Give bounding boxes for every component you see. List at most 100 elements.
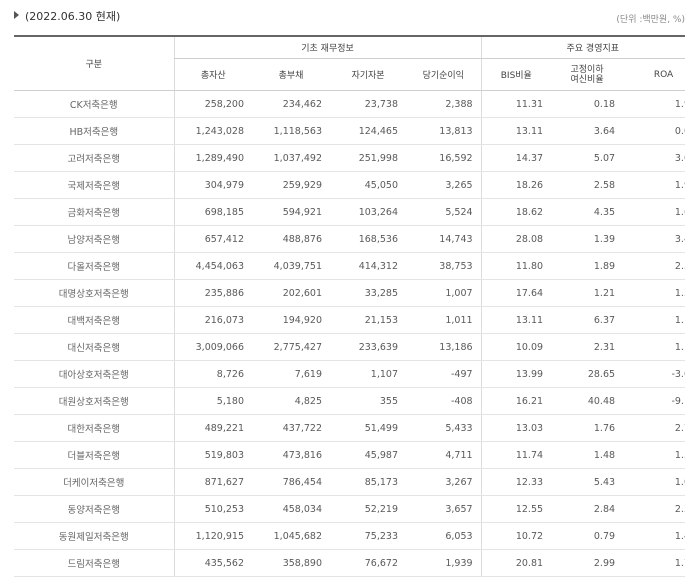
value-cell: 216,073 bbox=[173, 306, 252, 334]
value-cell: 3,009,066 bbox=[173, 333, 252, 361]
value-cell: 1,289,490 bbox=[173, 144, 252, 172]
value-cell: 4,454,063 bbox=[173, 252, 252, 280]
value-cell: 1.64 bbox=[623, 198, 685, 226]
column-header: ROA bbox=[623, 58, 685, 91]
value-cell: 1.75 bbox=[623, 549, 685, 577]
value-cell: 75,233 bbox=[330, 522, 406, 550]
table-row: 더케이저축은행 871,627 786,454 85,173 3,267 12.33 5.4… bbox=[14, 468, 685, 496]
value-cell: 786,454 bbox=[252, 468, 330, 496]
value-cell: 259,929 bbox=[252, 171, 330, 199]
table-row: 대신저축은행 3,009,066 2,775,427 233,639 13,186 10.… bbox=[14, 333, 685, 361]
value-cell: -408 bbox=[406, 387, 482, 415]
value-cell: 194,920 bbox=[252, 306, 330, 334]
value-cell: 510,253 bbox=[173, 495, 252, 523]
value-cell: 657,412 bbox=[173, 225, 252, 253]
value-cell: 698,185 bbox=[173, 198, 252, 226]
table-caption-bar: (2022.06.30 현재) (단위 :백만원, %) bbox=[0, 0, 685, 32]
value-cell: 1,037,492 bbox=[252, 144, 330, 172]
value-cell: 51,499 bbox=[330, 414, 406, 442]
value-cell: 4,711 bbox=[406, 441, 482, 469]
value-cell: -9.18 bbox=[623, 387, 685, 415]
value-cell: 2.36 bbox=[623, 495, 685, 523]
value-cell: 40.48 bbox=[551, 387, 624, 415]
value-cell: 304,979 bbox=[173, 171, 252, 199]
value-cell: 13,813 bbox=[406, 117, 482, 145]
value-cell: -497 bbox=[406, 360, 482, 388]
value-cell: 10.09 bbox=[480, 333, 552, 361]
value-cell: 233,639 bbox=[330, 333, 406, 361]
value-cell: 2.58 bbox=[551, 171, 624, 199]
unit-note: (단위 :백만원, %) bbox=[616, 15, 685, 25]
bank-name-cell: 더블저축은행 bbox=[14, 441, 174, 469]
bank-name-cell: 대아상호저축은행 bbox=[14, 360, 174, 388]
value-cell: 17.64 bbox=[480, 279, 552, 307]
value-cell: 234,462 bbox=[252, 90, 330, 118]
bank-name-cell: 대백저축은행 bbox=[14, 306, 174, 334]
value-cell: 4,825 bbox=[252, 387, 330, 415]
value-cell: 435,562 bbox=[173, 549, 252, 577]
value-cell: 358,890 bbox=[252, 549, 330, 577]
column-header: 자기자본 bbox=[330, 58, 406, 91]
value-cell: 2.84 bbox=[551, 495, 624, 523]
value-cell: 458,034 bbox=[252, 495, 330, 523]
column-header: 총자산 bbox=[173, 58, 252, 91]
value-cell: 3,657 bbox=[406, 495, 482, 523]
value-cell: 6.37 bbox=[551, 306, 624, 334]
value-cell: 45,050 bbox=[330, 171, 406, 199]
table-row: 대백저축은행 216,073 194,920 21,153 1,011 13.11 6.37… bbox=[14, 306, 685, 334]
value-cell: 1,107 bbox=[330, 360, 406, 388]
value-cell: 28.65 bbox=[551, 360, 624, 388]
bank-name-cell: CK저축은행 bbox=[14, 90, 174, 118]
table-row: 남양저축은행 657,412 488,876 168,536 14,743 28.08 1.… bbox=[14, 225, 685, 253]
column-header: 고정이하 여신비율 bbox=[551, 58, 624, 91]
value-cell: 202,601 bbox=[252, 279, 330, 307]
value-cell: 1.21 bbox=[551, 279, 624, 307]
bank-name-cell: 금화저축은행 bbox=[14, 198, 174, 226]
value-cell: 235,886 bbox=[173, 279, 252, 307]
value-cell: 168,536 bbox=[330, 225, 406, 253]
value-cell: 23,738 bbox=[330, 90, 406, 118]
bank-name-cell: 대원상호저축은행 bbox=[14, 387, 174, 415]
value-cell: 8,726 bbox=[173, 360, 252, 388]
value-cell: 12.55 bbox=[480, 495, 552, 523]
value-cell: 4,039,751 bbox=[252, 252, 330, 280]
value-cell: 1.18 bbox=[623, 333, 685, 361]
value-cell: 18.62 bbox=[480, 198, 552, 226]
value-cell: 1.99 bbox=[623, 90, 685, 118]
value-cell: 103,264 bbox=[330, 198, 406, 226]
value-cell: 1,007 bbox=[406, 279, 482, 307]
value-cell: 437,722 bbox=[252, 414, 330, 442]
value-cell: 124,465 bbox=[330, 117, 406, 145]
value-cell: 1.31 bbox=[623, 279, 685, 307]
value-cell: 1,045,682 bbox=[252, 522, 330, 550]
value-cell: 3,267 bbox=[406, 468, 482, 496]
value-cell: 11.80 bbox=[480, 252, 552, 280]
table-row: 동원제일저축은행 1,120,915 1,045,682 75,233 6,053 10.… bbox=[14, 522, 685, 550]
value-cell: 2,775,427 bbox=[252, 333, 330, 361]
value-cell: 14.37 bbox=[480, 144, 552, 172]
table-row: 대아상호저축은행 8,726 7,619 1,107 -497 13.99 28.65 -3.… bbox=[14, 360, 685, 388]
value-cell: 3.45 bbox=[623, 225, 685, 253]
value-cell: 2.71 bbox=[623, 414, 685, 442]
bank-name-cell: HB저축은행 bbox=[14, 117, 174, 145]
value-cell: 355 bbox=[330, 387, 406, 415]
value-cell: 258,200 bbox=[173, 90, 252, 118]
value-cell: 1,120,915 bbox=[173, 522, 252, 550]
value-cell: 473,816 bbox=[252, 441, 330, 469]
bank-name-cell: 남양저축은행 bbox=[14, 225, 174, 253]
value-cell: 489,221 bbox=[173, 414, 252, 442]
value-cell: 0.79 bbox=[551, 522, 624, 550]
value-cell: 2.99 bbox=[551, 549, 624, 577]
value-cell: 13.99 bbox=[480, 360, 552, 388]
value-cell: 21,153 bbox=[330, 306, 406, 334]
value-cell: 251,998 bbox=[330, 144, 406, 172]
value-cell: 1.89 bbox=[551, 252, 624, 280]
bank-name-cell: 더케이저축은행 bbox=[14, 468, 174, 496]
value-cell: 594,921 bbox=[252, 198, 330, 226]
bank-name-cell: 대신저축은행 bbox=[14, 333, 174, 361]
table-row: 다올저축은행 4,454,063 4,039,751 414,312 38,753 11.… bbox=[14, 252, 685, 280]
value-cell: 18.26 bbox=[480, 171, 552, 199]
table-row: 동양저축은행 510,253 458,034 52,219 3,657 12.55 2.84… bbox=[14, 495, 685, 523]
value-cell: 76,672 bbox=[330, 549, 406, 577]
value-cell: 13.11 bbox=[480, 306, 552, 334]
